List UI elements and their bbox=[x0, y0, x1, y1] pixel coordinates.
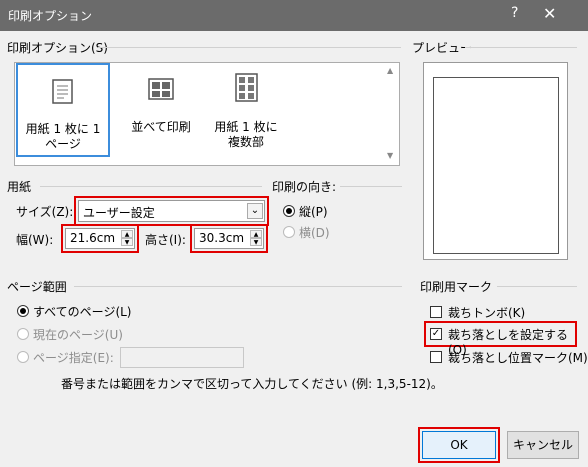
height-value: 30.3cm bbox=[199, 231, 245, 245]
width-down-icon[interactable]: ▼ bbox=[121, 238, 133, 246]
width-label: 幅(W): bbox=[16, 233, 54, 247]
close-button[interactable]: ✕ bbox=[543, 4, 556, 23]
bleed-marks-checkbox[interactable] bbox=[430, 351, 442, 363]
help-button[interactable]: ? bbox=[511, 5, 518, 21]
window-title: 印刷オプション bbox=[8, 9, 93, 23]
scroll-up-icon[interactable]: ▲ bbox=[387, 66, 393, 75]
specify-pages-radio[interactable] bbox=[17, 351, 29, 363]
option-tile-label: 並べて印刷 bbox=[131, 120, 191, 134]
options-scrollbar[interactable]: ▲ ▼ bbox=[384, 63, 399, 165]
option-one-per-sheet[interactable]: 用紙 1 枚に 1 ページ bbox=[16, 63, 110, 157]
page-range-label: ページ範囲 bbox=[7, 280, 67, 294]
page-range-hint: 番号または範囲をカンマで区切って入力してください (例: 1,3,5-12)。 bbox=[61, 377, 443, 391]
height-up-icon[interactable]: ▲ bbox=[250, 230, 262, 238]
width-value: 21.6cm bbox=[70, 231, 116, 245]
width-spinner[interactable]: 21.6cm ▲ ▼ bbox=[61, 224, 139, 253]
paper-label: 用紙 bbox=[7, 180, 32, 194]
all-pages-radio[interactable] bbox=[17, 305, 29, 317]
landscape-radio[interactable] bbox=[283, 226, 295, 238]
page-range-separator bbox=[74, 286, 402, 287]
height-down-icon[interactable]: ▼ bbox=[250, 238, 262, 246]
crop-marks-checkbox[interactable] bbox=[430, 306, 442, 318]
size-label: サイズ(Z): bbox=[16, 205, 74, 219]
multiple-copies-icon bbox=[235, 73, 258, 102]
bleed-marks-label[interactable]: 裁ち落とし位置マーク(M) bbox=[448, 349, 588, 366]
option-one-per-sheet-label: 用紙 1 枚に 1 ページ bbox=[25, 122, 101, 151]
size-select[interactable]: ユーザー設定 ⌄ bbox=[74, 196, 269, 226]
all-pages-label[interactable]: すべてのページ(L) bbox=[33, 303, 132, 320]
specify-pages-label[interactable]: ページ指定(E): bbox=[33, 349, 114, 366]
landscape-label[interactable]: 横(D) bbox=[299, 224, 330, 241]
current-page-label[interactable]: 現在のページ(U) bbox=[33, 326, 123, 343]
cancel-button[interactable]: キャンセル bbox=[507, 431, 579, 459]
print-options-label: 印刷オプション(S) bbox=[7, 41, 108, 55]
option-tile[interactable]: 並べて印刷 bbox=[121, 63, 201, 157]
ok-button[interactable]: OK bbox=[418, 427, 500, 463]
option-multiple-copies[interactable]: 用紙 1 枚に複数部 bbox=[199, 63, 293, 157]
portrait-radio[interactable] bbox=[283, 205, 295, 217]
single-page-icon bbox=[52, 79, 73, 104]
height-label: 高さ(I): bbox=[145, 233, 186, 247]
scroll-down-icon[interactable]: ▼ bbox=[387, 151, 393, 160]
specify-pages-input[interactable] bbox=[120, 347, 244, 368]
size-value: ユーザー設定 bbox=[83, 206, 155, 220]
current-page-radio[interactable] bbox=[17, 328, 29, 340]
portrait-label[interactable]: 縦(P) bbox=[299, 203, 328, 220]
preview-separator bbox=[465, 47, 577, 48]
print-options-listbox[interactable]: 用紙 1 枚に 1 ページ 並べて印刷 用紙 1 枚に複数部 bbox=[14, 62, 400, 166]
preview-label: プレビュー bbox=[412, 41, 473, 55]
bleed-option[interactable]: ✓ 裁ち落としを設定する(O) bbox=[424, 321, 577, 357]
option-multiple-copies-label: 用紙 1 枚に複数部 bbox=[214, 120, 278, 149]
tiled-pages-icon bbox=[148, 78, 174, 100]
width-up-icon[interactable]: ▲ bbox=[121, 230, 133, 238]
title-bar: 印刷オプション ? ✕ bbox=[0, 0, 588, 31]
bleed-checkbox[interactable]: ✓ bbox=[430, 328, 442, 340]
paper-separator bbox=[40, 186, 262, 187]
chevron-down-icon[interactable]: ⌄ bbox=[247, 203, 263, 219]
print-marks-separator bbox=[497, 286, 577, 287]
orientation-separator bbox=[340, 186, 402, 187]
height-spinner[interactable]: 30.3cm ▲ ▼ bbox=[190, 224, 268, 253]
print-marks-label: 印刷用マーク bbox=[420, 280, 493, 294]
print-options-separator bbox=[98, 47, 401, 48]
orientation-label: 印刷の向き: bbox=[272, 180, 337, 194]
crop-marks-label[interactable]: 裁ちトンボ(K) bbox=[448, 304, 525, 321]
preview-page bbox=[433, 77, 559, 254]
